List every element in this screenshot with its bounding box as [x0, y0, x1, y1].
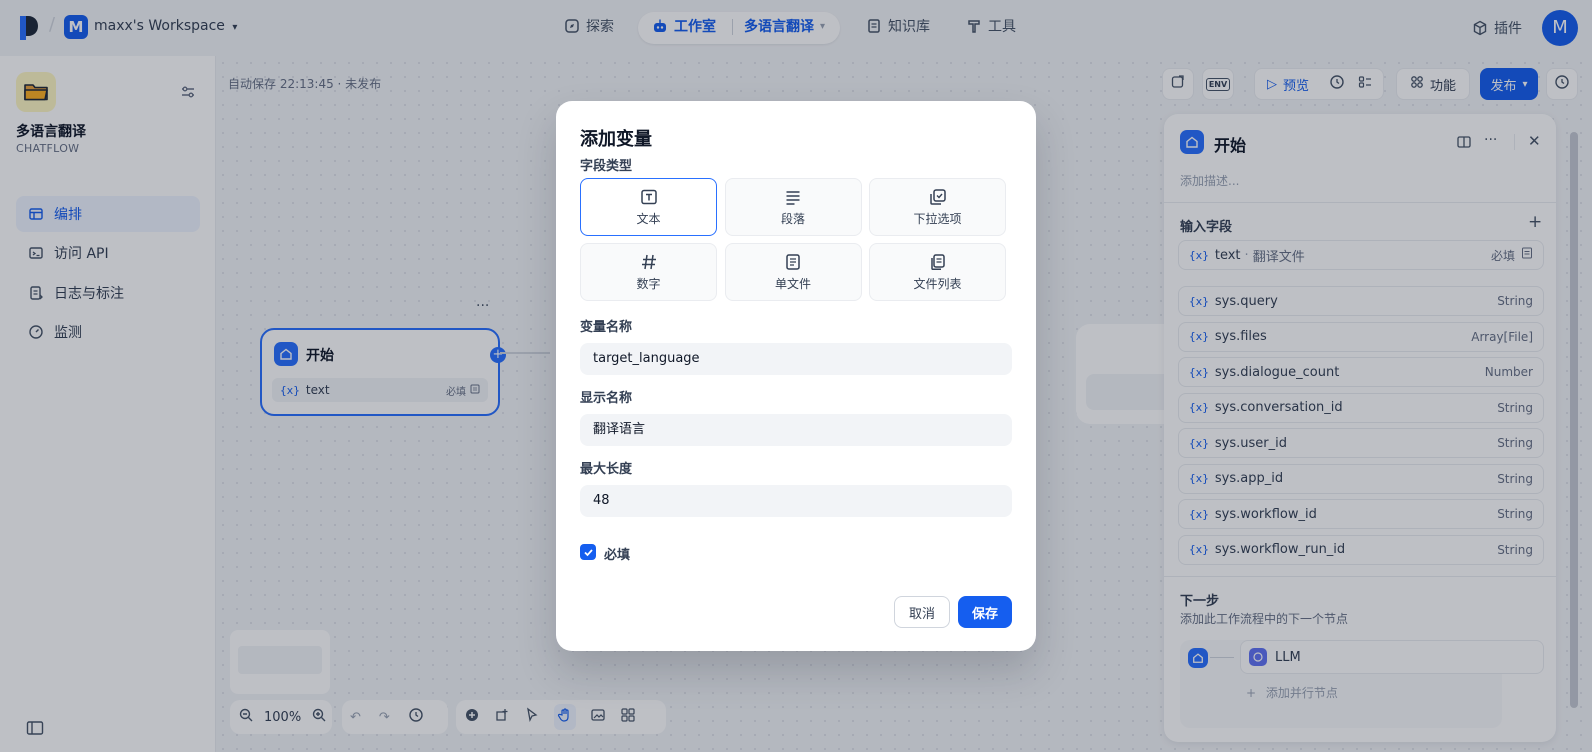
field-type-label: 字段类型	[580, 159, 633, 174]
field-type-label: 数字	[636, 276, 661, 291]
required-label[interactable]: 必填	[604, 544, 630, 563]
field-type-label: 段落	[780, 211, 805, 226]
add-variable-dialog: 添加变量 字段类型 文本 段落 下拉选项数字 单文件 文件列表 变量名称 target_…	[556, 101, 1036, 651]
required-checkbox[interactable]	[580, 544, 596, 560]
paragraph-icon	[784, 188, 802, 206]
file-icon	[784, 253, 802, 271]
field-type-option[interactable]: 下拉选项	[869, 178, 1006, 236]
hash-icon	[640, 253, 658, 271]
field-type-option[interactable]: 单文件	[724, 243, 862, 301]
cancel-button[interactable]: 取消	[894, 596, 950, 628]
dropdown-options-icon	[929, 188, 947, 206]
field-type-label: 文本	[636, 211, 661, 226]
max-length-label: 最大长度	[580, 462, 633, 477]
field-type-label: 下拉选项	[913, 211, 962, 226]
field-type-option[interactable]: 数字	[580, 243, 717, 301]
field-type-label: 单文件	[774, 276, 811, 291]
field-type-option[interactable]: 文件列表	[869, 243, 1006, 301]
field-type-option[interactable]: 段落	[724, 178, 862, 236]
field-type-label: 文件列表	[913, 276, 962, 291]
check-icon	[583, 548, 593, 556]
var-name-input[interactable]: target_language	[580, 343, 1012, 375]
dialog-title: 添加变量	[580, 129, 652, 150]
file-list-icon	[929, 253, 947, 271]
max-length-input[interactable]: 48	[580, 485, 1012, 517]
display-name-input[interactable]: 翻译语言	[580, 414, 1012, 446]
text-input-icon	[640, 188, 658, 206]
field-type-option[interactable]: 文本	[580, 178, 717, 236]
var-name-label: 变量名称	[580, 320, 633, 335]
display-name-label: 显示名称	[580, 391, 633, 406]
save-button[interactable]: 保存	[958, 596, 1012, 628]
